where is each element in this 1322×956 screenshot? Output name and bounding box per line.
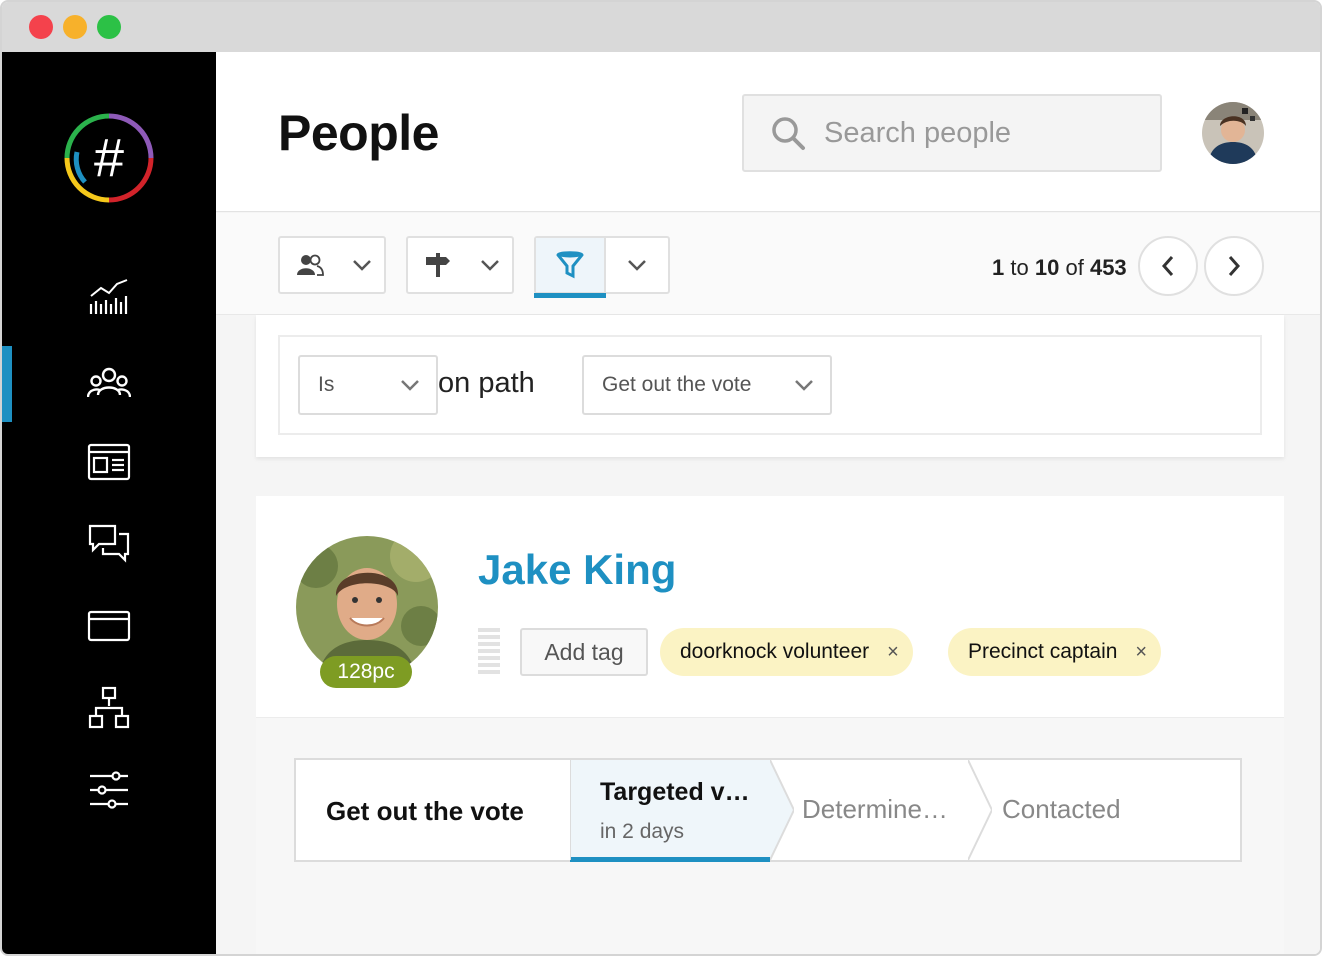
step-due: in 2 days xyxy=(600,820,685,843)
path-select[interactable]: Get out the vote xyxy=(582,355,832,415)
user-avatar[interactable] xyxy=(1202,102,1264,164)
close-window-button[interactable] xyxy=(29,15,53,39)
sliders-icon xyxy=(90,771,128,809)
chevron-down-icon xyxy=(353,260,371,271)
drag-handle-icon[interactable] xyxy=(478,628,500,674)
add-tag-button[interactable]: Add tag xyxy=(520,628,648,676)
sidebar: # xyxy=(2,52,216,954)
title-bar xyxy=(2,2,1320,52)
search-box[interactable] xyxy=(742,94,1162,172)
app-window: # People Search people 1 to 10 of 453 Is… xyxy=(0,0,1322,956)
path-progress-bar: Get out the vote Targeted v… in 2 days D… xyxy=(294,758,1242,862)
minimize-window-button[interactable] xyxy=(63,15,87,39)
step-title: Targeted v… xyxy=(600,778,750,806)
signpost-icon xyxy=(426,253,450,277)
card-icon xyxy=(87,610,131,642)
path-view-dropdown[interactable] xyxy=(406,236,514,294)
nav-settings[interactable] xyxy=(2,752,216,828)
path-step[interactable]: Contacted xyxy=(1002,794,1121,825)
person-card: 128pc Jake King Add tag doorknock volunt… xyxy=(256,496,1284,954)
zoom-window-button[interactable] xyxy=(97,15,121,39)
condition-value: Is xyxy=(318,373,335,396)
filter-funnel-icon xyxy=(556,251,584,279)
main-content: People Search people 1 to 10 of 453 Is o… xyxy=(216,52,1320,954)
path-name: Get out the vote xyxy=(326,796,524,826)
path-value: Get out the vote xyxy=(602,373,752,396)
people-group-icon xyxy=(297,254,324,276)
score-badge: 128pc xyxy=(320,656,412,688)
chevron-right-icon xyxy=(1228,256,1241,276)
chart-icon xyxy=(89,279,128,314)
user-photo xyxy=(1202,102,1264,164)
org-chart-icon xyxy=(88,686,130,729)
nav-organization[interactable] xyxy=(2,670,216,746)
nav-communications[interactable] xyxy=(2,506,216,582)
nav-website[interactable] xyxy=(2,424,216,500)
chevron-down-icon xyxy=(628,260,646,271)
step-divider xyxy=(770,760,794,860)
path-step[interactable]: Determine… xyxy=(802,794,948,825)
person-name-link[interactable]: Jake King xyxy=(478,546,676,594)
chevron-down-icon xyxy=(481,260,499,271)
svg-text:#: # xyxy=(94,128,124,188)
previous-page-button[interactable] xyxy=(1138,236,1198,296)
filter-button[interactable] xyxy=(534,238,606,298)
tag-chip[interactable]: doorknock volunteer × xyxy=(660,628,913,676)
nav-dashboard[interactable] xyxy=(2,258,216,334)
tag-chip[interactable]: Precinct captain × xyxy=(948,628,1162,676)
app-logo[interactable]: # xyxy=(63,112,155,204)
condition-select[interactable]: Is xyxy=(298,355,438,415)
person-path-section: Get out the vote Targeted v… in 2 days D… xyxy=(256,718,1284,954)
next-page-button[interactable] xyxy=(1204,236,1264,296)
nav-people[interactable] xyxy=(2,346,216,422)
tag-label: doorknock volunteer xyxy=(680,640,870,663)
filter-row: Is on path Get out the vote xyxy=(278,335,1262,435)
remove-tag-icon[interactable]: × xyxy=(887,641,899,664)
remove-tag-icon[interactable]: × xyxy=(1135,641,1147,664)
nav-finances[interactable] xyxy=(2,588,216,664)
pager-summary: 1 to 10 of 453 xyxy=(992,255,1127,280)
filter-dropdown[interactable] xyxy=(534,236,670,298)
toolbar: 1 to 10 of 453 xyxy=(216,213,1320,315)
chevron-down-icon xyxy=(401,380,419,391)
search-input[interactable] xyxy=(824,116,1144,150)
people-icon xyxy=(87,367,131,398)
page-title: People xyxy=(278,105,439,161)
chevron-left-icon xyxy=(1161,256,1174,276)
filter-panel: Is on path Get out the vote xyxy=(256,315,1284,457)
news-icon xyxy=(87,443,131,481)
step-divider xyxy=(570,760,571,860)
step-divider xyxy=(968,760,992,860)
person-header: 128pc Jake King Add tag doorknock volunt… xyxy=(256,496,1284,718)
people-view-dropdown[interactable] xyxy=(278,236,386,294)
chat-icon xyxy=(88,524,130,563)
tag-label: Precinct captain xyxy=(968,640,1118,663)
path-step-current[interactable]: Targeted v… in 2 days xyxy=(570,760,770,862)
filter-label: on path xyxy=(438,367,535,399)
hash-logo-icon: # xyxy=(64,113,154,203)
page-header: People xyxy=(216,52,1320,212)
chevron-down-icon xyxy=(795,380,813,391)
search-icon xyxy=(772,117,805,150)
